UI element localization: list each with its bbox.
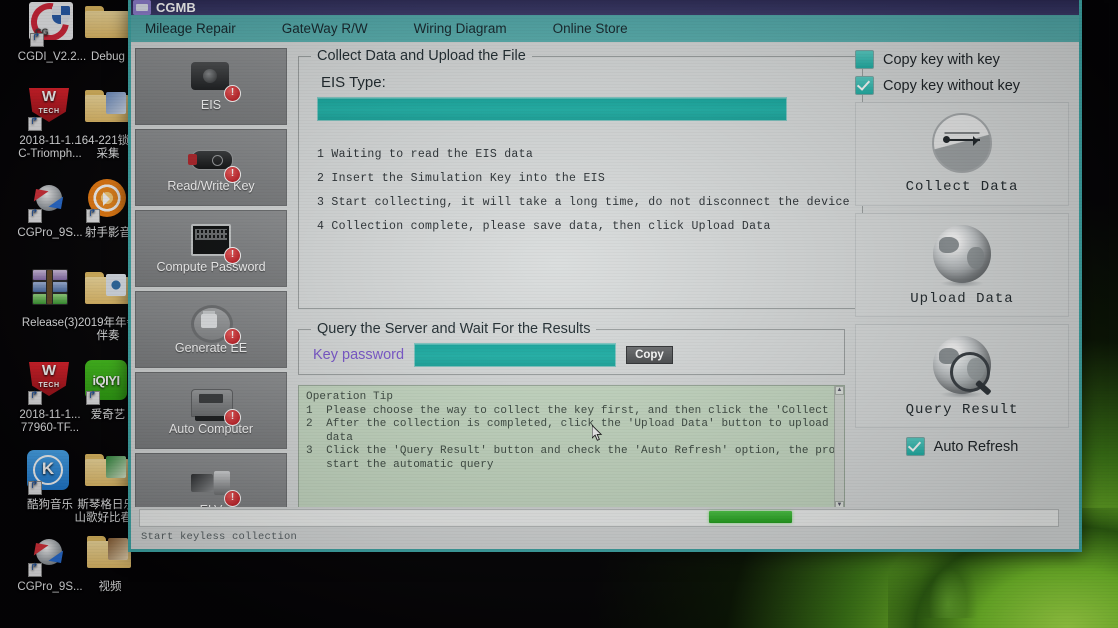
checkbox-copy-key-without-key[interactable]: Copy key without key	[855, 76, 1069, 95]
eeprom-icon	[191, 304, 241, 345]
tab-bar: Mileage Repair GateWay R/W Wiring Diagra…	[131, 15, 1079, 42]
folder-music-icon	[85, 268, 131, 314]
window-body: EIS Read/Write Key Compute Password Gene…	[131, 42, 1079, 549]
sidebar-item-label: Read/Write Key	[167, 178, 255, 193]
player-icon	[85, 178, 131, 224]
wallpaper-twig	[918, 548, 978, 618]
usb-collect-icon	[932, 113, 992, 173]
globe-magnifier-icon	[928, 334, 996, 398]
right-panel: Copy key with key Copy key without key C…	[849, 42, 1079, 549]
eis-type-label: EIS Type:	[321, 74, 386, 91]
tab-gateway-rw[interactable]: GateWay R/W	[282, 21, 392, 36]
collect-step: 4 Collection complete, please save data,…	[317, 220, 771, 233]
app-logo-icon	[133, 0, 151, 15]
tab-online-store[interactable]: Online Store	[553, 21, 652, 36]
folder-picture-icon	[85, 86, 131, 132]
status-bar-text: Start keyless collection	[141, 531, 298, 543]
iqiyi-icon: iQIYI	[85, 360, 131, 406]
ecu-icon	[191, 386, 241, 426]
desktop-icon-label-2: 77960-TF...	[20, 422, 80, 434]
operation-tip-textarea[interactable]: Operation Tip 1 Please choose the way to…	[298, 385, 845, 511]
collect-steps-list: 1 Waiting to read the EIS data 2 Insert …	[317, 143, 850, 239]
window-footer: Start keyless collection	[131, 507, 1079, 549]
collect-data-button[interactable]: Collect Data	[855, 102, 1069, 206]
collect-data-group: Collect Data and Upload the File EIS Typ…	[298, 48, 863, 309]
desktop-icon-label: 视频	[98, 581, 122, 593]
sidebar-item-auto-computer[interactable]: Auto Computer	[135, 372, 287, 449]
magnifier-icon	[950, 352, 992, 396]
query-result-button-label: Query Result	[905, 402, 1019, 418]
checkbox-label: Copy key with key	[883, 51, 1000, 68]
sidebar-item-generate-ee[interactable]: Generate EE	[135, 291, 287, 368]
alert-badge	[224, 246, 241, 264]
sidebar-item-label: Compute Password	[156, 259, 266, 274]
key-password-input[interactable]	[414, 343, 617, 367]
main-content: Collect Data and Upload the File EIS Typ…	[292, 42, 863, 549]
operation-tip-text: Operation Tip 1 Please choose the way to…	[306, 391, 844, 471]
sidebar-item-label: EIS	[200, 97, 222, 112]
alert-badge	[224, 489, 241, 507]
key-password-label: Key password	[313, 347, 405, 363]
sidebar-item-eis[interactable]: EIS	[135, 48, 287, 125]
checkbox-icon[interactable]	[905, 437, 925, 456]
sidebar: EIS Read/Write Key Compute Password Gene…	[131, 42, 292, 549]
scroll-up-icon[interactable]: ▲	[835, 386, 844, 395]
collect-step: 2 Insert the Simulation Key into the EIS	[317, 172, 606, 185]
tab-wiring-diagram[interactable]: Wiring Diagram	[414, 21, 531, 36]
collect-group-legend: Collect Data and Upload the File	[317, 48, 526, 64]
alert-badge	[224, 165, 241, 183]
sidebar-item-compute-password[interactable]: Compute Password	[135, 210, 287, 287]
progress-bar	[139, 509, 1059, 527]
alert-badge	[224, 327, 241, 345]
folder-icon	[85, 2, 131, 48]
cgmb-app-window: CGMB Mileage Repair GateWay R/W Wiring D…	[128, 0, 1082, 552]
eis-module-icon	[191, 61, 241, 102]
checkbox-copy-key-with-key[interactable]: Copy key with key	[855, 50, 1069, 69]
copy-button[interactable]: Copy	[626, 346, 673, 364]
collect-step: 1 Waiting to read the EIS data	[317, 148, 534, 161]
query-server-group: Query the Server and Wait For the Result…	[298, 321, 845, 375]
upload-data-button[interactable]: Upload Data	[855, 213, 1069, 317]
alert-badge	[224, 408, 241, 426]
window-title: CGMB	[156, 0, 196, 15]
cgpro-icon	[23, 530, 74, 578]
query-result-button[interactable]: Query Result	[855, 324, 1069, 428]
tip-scrollbar[interactable]: ▲ ▼	[834, 386, 844, 510]
chip-icon	[191, 223, 241, 264]
checkbox-label: Copy key without key	[883, 77, 1021, 94]
elv-module-icon	[191, 467, 241, 507]
upload-data-button-label: Upload Data	[910, 291, 1014, 307]
tab-mileage-repair[interactable]: Mileage Repair	[145, 21, 260, 36]
checkbox-icon[interactable]	[855, 50, 874, 69]
query-group-legend: Query the Server and Wait For the Result…	[317, 321, 591, 337]
collect-data-button-label: Collect Data	[905, 179, 1019, 195]
folder-music-icon	[85, 450, 131, 496]
checkbox-label: Auto Refresh	[933, 438, 1019, 455]
window-title-bar: CGMB	[131, 0, 1079, 15]
eis-type-input[interactable]	[317, 97, 787, 121]
sidebar-item-read-write-key[interactable]: Read/Write Key	[135, 129, 287, 206]
folder-video-icon	[87, 532, 133, 578]
collect-step: 3 Start collecting, it will take a long …	[317, 196, 850, 209]
alert-badge	[224, 84, 241, 102]
progress-chunk	[709, 511, 792, 523]
car-key-icon	[188, 143, 241, 183]
sidebar-item-label: Auto Computer	[168, 421, 254, 436]
globe-upload-icon	[928, 223, 996, 287]
checkbox-auto-refresh[interactable]: Auto Refresh	[855, 437, 1069, 456]
checkbox-icon[interactable]	[855, 76, 874, 95]
